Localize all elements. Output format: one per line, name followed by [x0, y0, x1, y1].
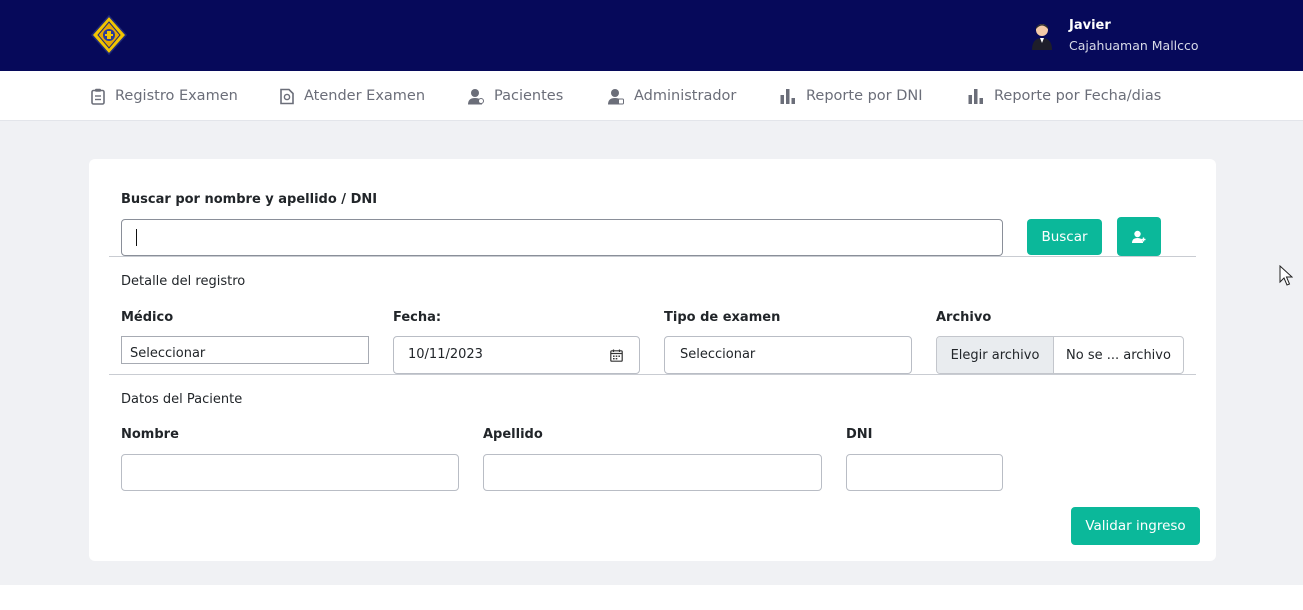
apellido-label: Apellido [483, 427, 543, 442]
section-title-registro: Detalle del registro [121, 274, 246, 289]
user-first-name: Javier [1069, 18, 1111, 33]
nav-item-atender-examen[interactable]: Atender Examen [280, 71, 425, 121]
file-status: No se ... archivo [1066, 347, 1171, 363]
fecha-date-input[interactable]: 10/11/2023 [393, 336, 640, 374]
choose-file-button[interactable]: Elegir archivo [937, 337, 1054, 373]
add-user-icon [1132, 230, 1146, 243]
document-check-icon [280, 88, 294, 104]
text-caret [136, 229, 137, 246]
clipboard-icon [91, 88, 105, 105]
mouse-cursor-icon [1279, 265, 1293, 286]
nav-label: Reporte por DNI [806, 88, 923, 104]
nombre-label: Nombre [121, 427, 179, 442]
top-header: Javier Cajahuaman Mallcco [0, 0, 1303, 71]
main-nav: Registro Examen Atender Examen Pacientes… [0, 71, 1303, 121]
medico-select[interactable]: Seleccionar [121, 336, 369, 364]
nav-label: Atender Examen [304, 88, 426, 104]
nav-item-reporte-fecha[interactable]: Reporte por Fecha/dias [968, 71, 1161, 121]
calendar-icon[interactable] [610, 349, 623, 362]
archivo-label: Archivo [936, 310, 992, 325]
nav-item-pacientes[interactable]: Pacientes [468, 71, 563, 121]
dni-label: DNI [846, 427, 873, 442]
apellido-input[interactable] [483, 454, 822, 491]
nav-item-administrador[interactable]: Administrador [608, 71, 736, 121]
nav-item-registro-examen[interactable]: Registro Examen [91, 71, 238, 121]
bar-chart-icon [968, 89, 983, 104]
fecha-value: 10/11/2023 [408, 347, 483, 362]
user-admin-icon [608, 88, 624, 104]
nav-label: Reporte por Fecha/dias [994, 88, 1162, 104]
divider [109, 256, 1196, 257]
add-patient-button[interactable] [1117, 217, 1161, 256]
fecha-label: Fecha: [393, 310, 442, 325]
nav-label: Registro Examen [115, 88, 238, 104]
divider [109, 374, 1196, 375]
nav-label: Administrador [634, 88, 737, 104]
tipo-examen-value: Seleccionar [680, 347, 756, 362]
tipo-examen-select[interactable]: Seleccionar [664, 336, 912, 374]
tipo-examen-label: Tipo de examen [664, 310, 781, 325]
user-icon [468, 88, 484, 104]
search-button[interactable]: Buscar [1027, 219, 1102, 255]
user-last-name: Cajahuaman Mallcco [1069, 38, 1199, 53]
nav-item-reporte-dni[interactable]: Reporte por DNI [780, 71, 923, 121]
dni-input[interactable] [846, 454, 1003, 491]
validar-ingreso-button[interactable]: Validar ingreso [1071, 507, 1200, 545]
shield-logo-icon[interactable] [91, 15, 127, 55]
user-avatar-icon[interactable] [1031, 22, 1053, 50]
bar-chart-icon [780, 89, 795, 104]
nombre-input[interactable] [121, 454, 459, 491]
section-title-paciente: Datos del Paciente [121, 392, 243, 407]
medico-label: Médico [121, 310, 174, 325]
search-input[interactable] [121, 219, 1003, 256]
footer [0, 585, 1303, 610]
nav-label: Pacientes [494, 88, 564, 104]
search-label: Buscar por nombre y apellido / DNI [121, 192, 378, 207]
archivo-file-input[interactable]: Elegir archivo No se ... archivo [936, 336, 1184, 374]
medico-select-value: Seleccionar [130, 346, 206, 361]
